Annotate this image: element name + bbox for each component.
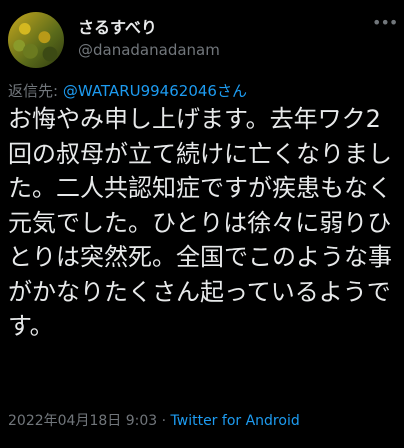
tweet-text: お悔やみ申し上げます。去年ワク2回の叔母が立て続けに亡くなりました。二人共認知症… [8, 105, 392, 340]
more-dots-icon[interactable]: ••• [372, 13, 398, 32]
source-link[interactable]: Twitter for Android [171, 413, 300, 429]
meta-separator: · [157, 413, 171, 429]
display-name[interactable]: さるすべり [78, 14, 157, 38]
avatar[interactable] [8, 12, 64, 68]
reply-mention-link[interactable]: @WATARU99462046さん [63, 82, 247, 100]
timestamp-link[interactable]: 2022年04月18日 9:03 [8, 413, 157, 429]
user-handle[interactable]: @danadanadanam [78, 41, 220, 59]
reply-context: 返信先: @WATARU99462046さん [8, 80, 247, 101]
tweet-meta: 2022年04月18日 9:03 · Twitter for Android [8, 410, 300, 430]
reply-prefix: 返信先: [8, 82, 63, 100]
